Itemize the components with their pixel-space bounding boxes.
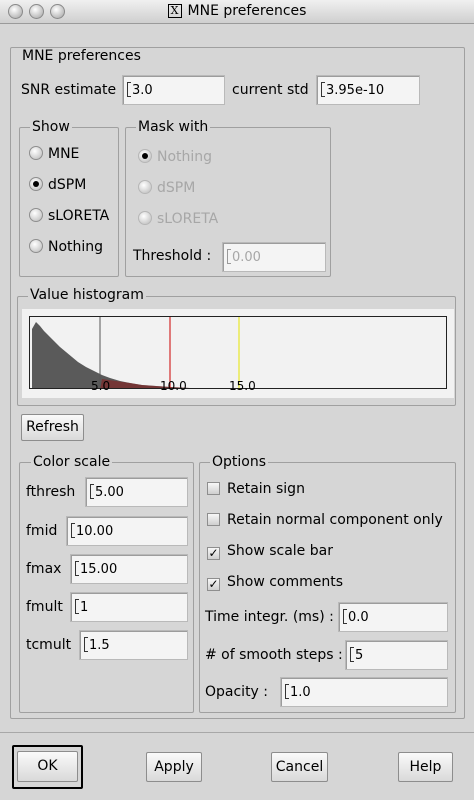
show-sloreta-radio[interactable]: sLORETA: [29, 208, 109, 226]
threshold-value: 0.00: [232, 250, 261, 265]
radio-selected-icon: [29, 177, 43, 191]
window-title: X MNE preferences: [0, 3, 474, 19]
color-scale-legend: Color scale: [31, 454, 113, 470]
current-std-input[interactable]: 3.95e-10: [316, 75, 420, 105]
fmax-label: fmax: [26, 561, 62, 577]
checkbox-label: Show scale bar: [227, 543, 333, 559]
mask-nothing-radio[interactable]: Nothing: [138, 149, 212, 167]
mask-dspm-radio[interactable]: dSPM: [138, 180, 195, 198]
radio-label: MNE: [48, 146, 80, 162]
radio-icon: [138, 211, 152, 225]
radio-icon: [138, 180, 152, 194]
opacity-label: Opacity :: [205, 684, 269, 700]
fmax-input[interactable]: 15.00: [70, 554, 188, 584]
fmax-value: 15.00: [80, 562, 118, 577]
radio-icon: [29, 146, 43, 160]
show-scale-bar-checkbox[interactable]: ✓ Show scale bar: [207, 543, 333, 561]
text-cursor-icon: [343, 609, 347, 624]
snr-estimate-input[interactable]: 3.0: [122, 75, 225, 105]
tcmult-label: tcmult: [26, 637, 72, 653]
smooth-steps-label: # of smooth steps :: [205, 647, 343, 663]
radio-label: Nothing: [157, 149, 213, 165]
time-integr-input[interactable]: 0.0: [338, 602, 448, 632]
text-cursor-icon: [285, 684, 289, 699]
text-cursor-icon: [71, 523, 75, 538]
fthresh-label: fthresh: [26, 484, 76, 500]
fthresh-input[interactable]: 5.00: [85, 477, 188, 507]
histogram-tick-5: 5.0: [91, 379, 111, 393]
radio-label: sLORETA: [48, 208, 110, 224]
checkmark-icon: ✓: [207, 577, 220, 591]
refresh-button[interactable]: Refresh: [21, 414, 84, 441]
threshold-label: Threshold :: [133, 248, 212, 264]
text-cursor-icon: [84, 637, 88, 652]
ok-button[interactable]: OK: [17, 751, 78, 782]
radio-icon: [29, 239, 43, 253]
opacity-input[interactable]: 1.0: [280, 677, 448, 707]
radio-label: sLORETA: [157, 211, 219, 227]
snr-estimate-label: SNR estimate: [21, 82, 117, 98]
fmid-input[interactable]: 10.00: [66, 516, 188, 546]
radio-label: Nothing: [48, 239, 104, 255]
value-histogram-legend: Value histogram: [28, 287, 146, 303]
x11-icon: X: [167, 4, 182, 18]
window-title-text: MNE preferences: [187, 3, 307, 19]
text-cursor-icon: [90, 484, 94, 499]
show-legend: Show: [30, 119, 72, 135]
smooth-steps-input[interactable]: 5: [345, 640, 448, 670]
text-cursor-icon: [75, 599, 79, 614]
time-integr-value: 0.0: [348, 610, 369, 625]
threshold-input[interactable]: 0.00: [222, 242, 326, 272]
cancel-button[interactable]: Cancel: [271, 752, 328, 782]
fmid-value: 10.00: [76, 524, 114, 539]
time-integr-label: Time integr. (ms) :: [205, 609, 334, 625]
radio-label: dSPM: [48, 177, 87, 193]
fthresh-value: 5.00: [95, 485, 124, 500]
fmult-value: 1: [80, 600, 89, 615]
retain-sign-checkbox[interactable]: Retain sign: [207, 481, 305, 499]
checkbox-label: Show comments: [227, 574, 344, 590]
show-comments-checkbox[interactable]: ✓ Show comments: [207, 574, 343, 592]
apply-button[interactable]: Apply: [146, 752, 202, 782]
checkbox-icon: [207, 482, 220, 495]
fmult-label: fmult: [26, 599, 63, 615]
text-cursor-icon: [350, 647, 354, 662]
help-button[interactable]: Help: [398, 752, 453, 782]
fmult-input[interactable]: 1: [70, 592, 188, 622]
checkbox-label: Retain sign: [227, 481, 305, 497]
current-std-value: 3.95e-10: [326, 83, 385, 98]
tcmult-input[interactable]: 1.5: [79, 630, 188, 660]
histogram-tick-10: 10.0: [160, 379, 187, 393]
checkmark-icon: ✓: [207, 546, 220, 560]
mask-with-legend: Mask with: [136, 119, 211, 135]
radio-selected-icon: [138, 149, 152, 163]
radio-icon: [29, 208, 43, 222]
tcmult-value: 1.5: [89, 638, 110, 653]
mne-preferences-legend: MNE preferences: [20, 48, 143, 64]
retain-normal-component-checkbox[interactable]: Retain normal component only: [207, 512, 443, 530]
histogram-tick-15: 15.0: [229, 379, 256, 393]
options-legend: Options: [210, 454, 269, 470]
show-mne-radio[interactable]: MNE: [29, 146, 79, 164]
button-bar-divider: [0, 732, 474, 733]
current-std-label: current std: [232, 82, 309, 98]
title-bar: X MNE preferences: [0, 0, 474, 24]
checkbox-label: Retain normal component only: [227, 512, 443, 528]
text-cursor-icon: [75, 561, 79, 576]
smooth-steps-value: 5: [355, 648, 364, 663]
mask-sloreta-radio[interactable]: sLORETA: [138, 211, 218, 229]
opacity-value: 1.0: [290, 685, 311, 700]
show-dspm-radio[interactable]: dSPM: [29, 177, 86, 195]
show-nothing-radio[interactable]: Nothing: [29, 239, 103, 257]
radio-label: dSPM: [157, 180, 196, 196]
fmid-label: fmid: [26, 523, 58, 539]
text-cursor-icon: [321, 82, 325, 97]
snr-estimate-value: 3.0: [132, 83, 153, 98]
text-cursor-icon: [227, 249, 231, 264]
checkbox-icon: [207, 513, 220, 526]
text-cursor-icon: [127, 82, 131, 97]
